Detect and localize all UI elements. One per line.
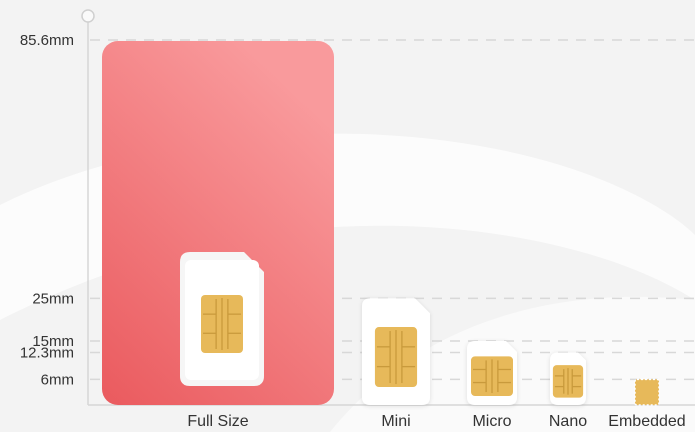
sim-chip <box>552 365 584 398</box>
sim-size-chart: 85.6mm25mm15mm12.3mm6mm Full Size Mini Mic… <box>0 9 695 432</box>
bar-embedded <box>634 378 660 406</box>
y-axis-cap <box>81 9 95 23</box>
bar-mini <box>362 298 430 405</box>
y-tick-label: 85.6mm <box>20 32 74 49</box>
x-category-label: Mini <box>381 413 410 430</box>
x-category-label: Nano <box>549 413 587 430</box>
y-tick-label: 6mm <box>41 371 74 388</box>
embedded-chip <box>634 378 660 406</box>
y-tick-label: 12.3mm <box>20 345 74 362</box>
x-category-label: Micro <box>472 413 511 430</box>
bar-full-size <box>102 41 334 405</box>
x-category-label: Full Size <box>187 413 248 430</box>
x-category-label: Embedded <box>608 413 685 430</box>
bar-micro <box>467 341 517 405</box>
sim-chip <box>201 295 243 353</box>
y-tick-label: 25mm <box>32 290 74 307</box>
sim-chip <box>471 356 513 397</box>
sim-chip <box>374 327 418 388</box>
bar-nano <box>550 352 586 405</box>
